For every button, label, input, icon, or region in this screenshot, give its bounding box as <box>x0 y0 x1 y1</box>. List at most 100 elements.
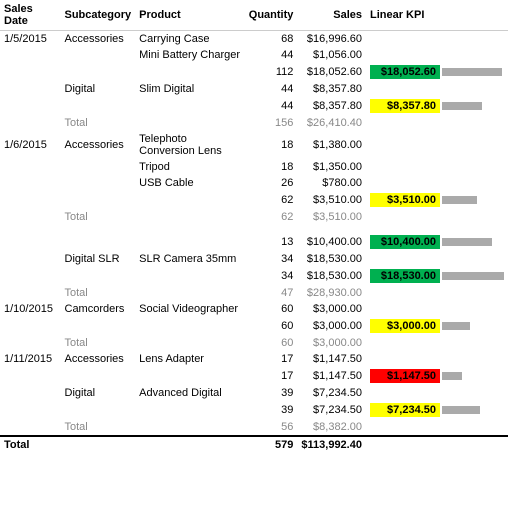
cell-sales: $1,056.00 <box>297 47 366 63</box>
cell-product: SLR Camera 35mm <box>135 251 245 267</box>
cell-qty: 18 <box>245 131 298 159</box>
cell-date: 1/11/2015 <box>0 351 61 367</box>
table-row: 1/10/2015CamcordersSocial Videographer60… <box>0 301 508 317</box>
cell-subcat <box>61 63 136 81</box>
cell-product <box>135 401 245 419</box>
cell-product <box>135 209 245 225</box>
grand-total-sales: $113,992.40 <box>297 436 366 453</box>
cell-product <box>135 97 245 115</box>
cell-qty: 47 <box>245 285 298 301</box>
cell-date <box>0 419 61 436</box>
cell-date <box>0 401 61 419</box>
cell-subcat: Digital <box>61 81 136 97</box>
table-row: 112$18,052.60$18,052.60 <box>0 63 508 81</box>
cell-qty: 39 <box>245 401 298 419</box>
cell-kpi <box>366 419 508 436</box>
cell-product <box>135 419 245 436</box>
cell-subcat: Total <box>61 115 136 131</box>
cell-qty: 56 <box>245 419 298 436</box>
cell-kpi <box>366 285 508 301</box>
table-row: Total62$3,510.00 <box>0 209 508 225</box>
table-row: 1/11/2015AccessoriesLens Adapter17$1,147… <box>0 351 508 367</box>
table-row: DigitalAdvanced Digital39$7,234.50 <box>0 385 508 401</box>
cell-product: Carrying Case <box>135 31 245 48</box>
cell-qty: 17 <box>245 351 298 367</box>
cell-date: 1/6/2015 <box>0 131 61 159</box>
cell-qty: 68 <box>245 31 298 48</box>
cell-date <box>0 335 61 351</box>
table-row: 17$1,147.50$1,147.50 <box>0 367 508 385</box>
col-header-qty: Quantity <box>245 0 298 31</box>
cell-product: Telephoto Conversion Lens <box>135 131 245 159</box>
cell-date <box>0 285 61 301</box>
cell-qty: 44 <box>245 97 298 115</box>
cell-subcat <box>61 367 136 385</box>
cell-subcat <box>61 401 136 419</box>
cell-product: Lens Adapter <box>135 351 245 367</box>
grand-total-row: Total 579 $113,992.40 <box>0 436 508 453</box>
cell-product: Tripod <box>135 159 245 175</box>
cell-qty: 44 <box>245 47 298 63</box>
cell-date <box>0 251 61 267</box>
cell-sales: $28,930.00 <box>297 285 366 301</box>
cell-kpi <box>366 81 508 97</box>
cell-subcat: Accessories <box>61 351 136 367</box>
table-row: 34$18,530.00$18,530.00 <box>0 267 508 285</box>
cell-kpi <box>366 251 508 267</box>
cell-qty: 60 <box>245 317 298 335</box>
table-row: 13$10,400.00$10,400.00 <box>0 233 508 251</box>
cell-product: Mini Battery Charger <box>135 47 245 63</box>
cell-sales: $8,382.00 <box>297 419 366 436</box>
cell-kpi <box>366 131 508 159</box>
cell-product <box>135 367 245 385</box>
cell-qty: 34 <box>245 251 298 267</box>
cell-subcat: Digital <box>61 385 136 401</box>
gap-row <box>0 225 508 233</box>
table-row: Tripod18$1,350.00 <box>0 159 508 175</box>
table-row: Total156$26,410.40 <box>0 115 508 131</box>
col-header-product: Product <box>135 0 245 31</box>
cell-subcat <box>61 97 136 115</box>
cell-subcat: Total <box>61 209 136 225</box>
cell-subcat <box>61 47 136 63</box>
cell-subcat: Total <box>61 285 136 301</box>
col-header-date: Sales Date <box>0 0 61 31</box>
cell-sales: $1,380.00 <box>297 131 366 159</box>
col-header-subcat: Subcategory <box>61 0 136 31</box>
cell-subcat <box>61 317 136 335</box>
cell-date <box>0 367 61 385</box>
cell-sales: $18,530.00 <box>297 251 366 267</box>
cell-kpi <box>366 31 508 48</box>
cell-kpi <box>366 175 508 191</box>
cell-product <box>135 335 245 351</box>
cell-sales: $16,996.60 <box>297 31 366 48</box>
cell-sales: $8,357.80 <box>297 81 366 97</box>
cell-date <box>0 317 61 335</box>
cell-kpi: $18,052.60 <box>366 63 508 81</box>
table-row: 44$8,357.80$8,357.80 <box>0 97 508 115</box>
cell-sales: $7,234.50 <box>297 401 366 419</box>
cell-date <box>0 209 61 225</box>
cell-date <box>0 191 61 209</box>
cell-qty: 13 <box>245 233 298 251</box>
cell-subcat: Total <box>61 335 136 351</box>
cell-subcat <box>61 175 136 191</box>
table-row: 60$3,000.00$3,000.00 <box>0 317 508 335</box>
cell-kpi: $8,357.80 <box>366 97 508 115</box>
col-header-sales: Sales <box>297 0 366 31</box>
cell-sales: $18,052.60 <box>297 63 366 81</box>
table-row: Total56$8,382.00 <box>0 419 508 436</box>
table-row: 39$7,234.50$7,234.50 <box>0 401 508 419</box>
cell-product <box>135 115 245 131</box>
cell-subcat: Accessories <box>61 31 136 48</box>
cell-sales: $1,147.50 <box>297 367 366 385</box>
cell-sales: $1,350.00 <box>297 159 366 175</box>
cell-product <box>135 191 245 209</box>
cell-subcat: Accessories <box>61 131 136 159</box>
cell-date: 1/5/2015 <box>0 31 61 48</box>
table-row: DigitalSlim Digital44$8,357.80 <box>0 81 508 97</box>
cell-qty: 44 <box>245 81 298 97</box>
cell-subcat <box>61 267 136 285</box>
cell-date <box>0 267 61 285</box>
cell-kpi <box>366 115 508 131</box>
